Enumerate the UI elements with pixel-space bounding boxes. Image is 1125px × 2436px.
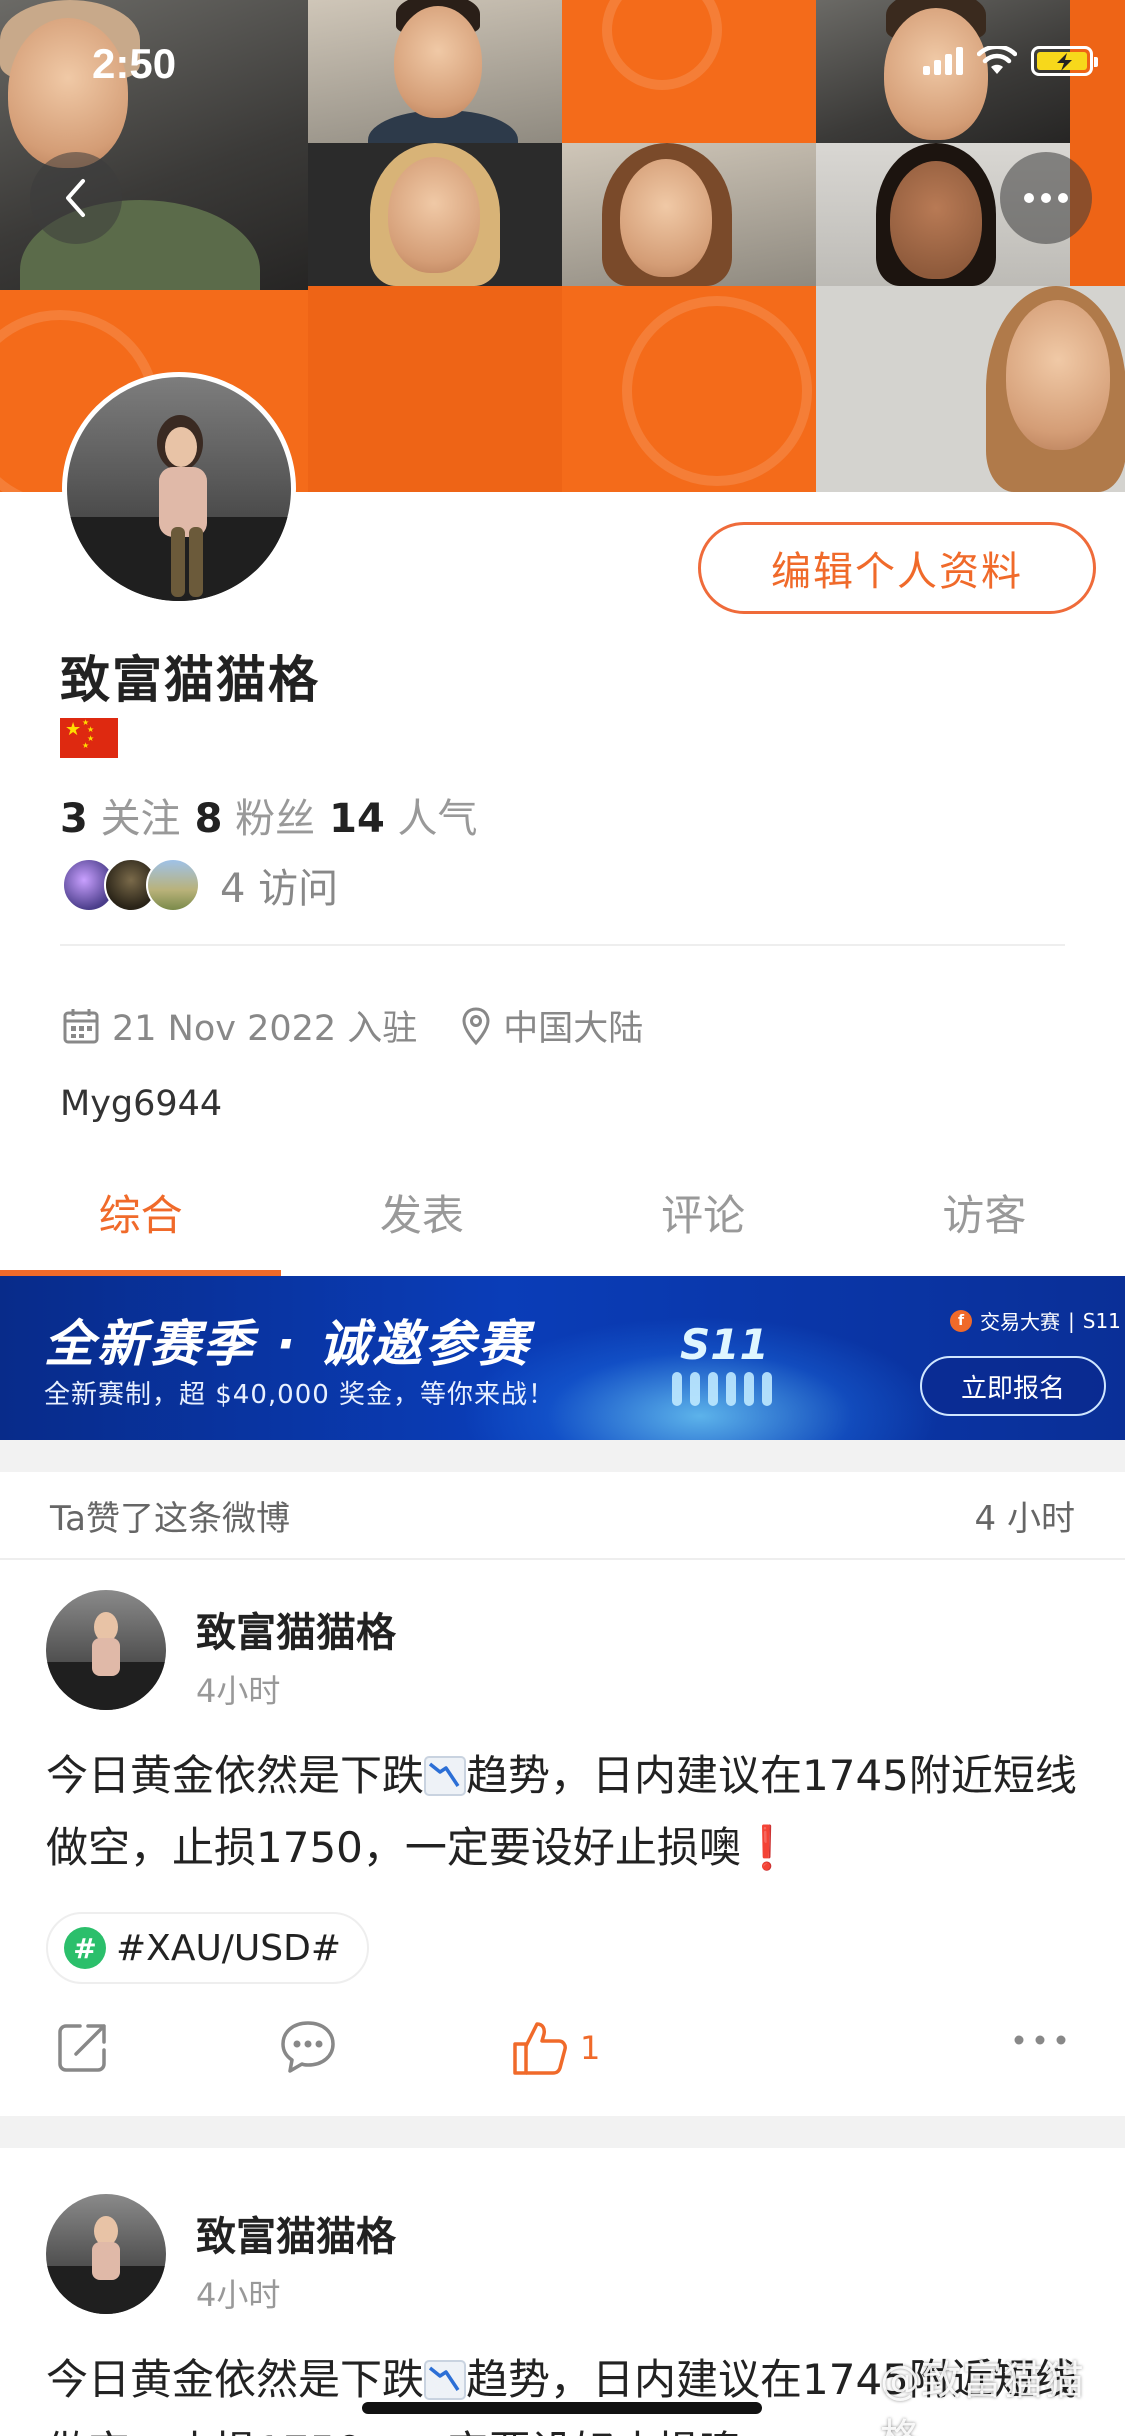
cover-pattern — [562, 0, 816, 143]
banner-title: 全新赛季 · 诚邀参赛 — [44, 1315, 531, 1373]
status-icons — [923, 46, 1098, 76]
comment-button[interactable] — [278, 2018, 338, 2076]
more-horizontal-icon — [1014, 2035, 1066, 2045]
tab-visitors[interactable]: 访客 — [844, 1168, 1125, 1276]
post-more-button[interactable] — [1012, 2034, 1068, 2046]
china-flag-icon: ★ ★ ★ ★ ★ — [60, 718, 118, 758]
liked-notice-text: Ta赞了这条微博 — [50, 1498, 290, 1539]
profile-stats: 3 关注 8 粉丝 14 人气 — [60, 786, 478, 844]
post-author-name[interactable]: 致富猫猫格 — [196, 1600, 396, 1658]
battery-charging-icon — [1031, 46, 1098, 76]
watermark: @致富猫猫格 — [880, 2358, 1085, 2436]
brand-logo-icon: f — [950, 1309, 972, 1332]
topic-tag[interactable]: # #XAU/USD# — [46, 1912, 370, 1984]
register-now-button[interactable]: 立即报名 — [920, 1356, 1106, 1416]
location-pin-icon — [462, 1006, 490, 1045]
chevron-left-icon — [66, 179, 85, 217]
post-actions: 1 — [0, 2018, 1125, 2088]
post-time: 4小时 — [196, 2276, 281, 2314]
followers-stat[interactable]: 8 粉丝 — [195, 786, 316, 844]
status-time: 2:50 — [92, 40, 177, 87]
like-button[interactable]: 1 — [510, 2018, 600, 2078]
post-author-avatar[interactable] — [46, 1590, 166, 1710]
more-options-button[interactable] — [1000, 152, 1092, 244]
chart-decreasing-icon — [424, 2360, 467, 2400]
profile-tabs: 综合 发表 评论 访客 — [0, 1168, 1125, 1276]
visitor-avatar — [146, 858, 200, 912]
location-text: 中国大陆 — [503, 1009, 644, 1049]
cover-photo — [308, 0, 562, 143]
banner-brand: f 交易大赛 | S11 — [950, 1306, 1121, 1335]
thumbs-up-icon — [513, 2022, 567, 2075]
promo-banner[interactable]: 全新赛季 · 诚邀参赛 全新赛制，超 $40,000 奖金，等你来战！ S11 … — [0, 1276, 1125, 1440]
tab-posts[interactable]: 发表 — [281, 1168, 562, 1276]
profile-bio: Myg6944 — [60, 1084, 223, 1124]
section-gap — [0, 1440, 1125, 1472]
cover-photo — [816, 286, 1125, 492]
liked-notice: Ta赞了这条微博 4 小时 — [0, 1472, 1125, 1560]
share-button[interactable] — [54, 2018, 112, 2076]
cover-pattern — [308, 286, 562, 492]
join-date: 21 Nov 2022 入驻 — [112, 1009, 418, 1049]
visitors-row[interactable]: 4 访问 — [62, 856, 338, 914]
chart-decreasing-icon — [424, 1756, 467, 1796]
following-stat[interactable]: 3 关注 — [60, 786, 181, 844]
edit-profile-button[interactable]: 编辑个人资料 — [698, 522, 1096, 614]
calendar-icon — [63, 1008, 99, 1043]
post-time: 4小时 — [196, 1672, 281, 1710]
wifi-icon — [977, 46, 1017, 74]
post-author-avatar[interactable] — [46, 2194, 166, 2314]
banner-season: S11 — [680, 1320, 769, 1369]
liked-notice-time: 4 小时 — [974, 1498, 1075, 1539]
profile-meta: 21 Nov 2022 入驻 中国大陆 — [62, 1000, 687, 1051]
cover-photo — [308, 143, 562, 286]
cover-photo — [562, 143, 816, 286]
hashtag-icon: # — [64, 1927, 106, 1969]
like-count: 1 — [580, 2029, 601, 2067]
post-author-name[interactable]: 致富猫猫格 — [196, 2204, 396, 2262]
comment-icon — [281, 2021, 335, 2073]
visits-count: 4 访问 — [220, 866, 339, 912]
divider — [60, 944, 1065, 946]
cellular-signal-icon — [923, 47, 963, 75]
exclamation-icon: ❗ — [740, 1823, 794, 1872]
home-indicator[interactable] — [362, 2402, 762, 2414]
more-horizontal-icon — [1024, 193, 1068, 203]
section-gap — [0, 2116, 1125, 2148]
runners-illustration — [672, 1372, 772, 1406]
tab-overview[interactable]: 综合 — [0, 1168, 282, 1276]
post-text: 今日黄金依然是下跌趋势，日内建议在1745附近短线做空，止损1750，一定要设好… — [46, 1751, 1077, 1872]
profile-avatar[interactable] — [62, 372, 296, 606]
share-icon — [58, 2024, 106, 2072]
cover-pattern — [562, 286, 816, 492]
popularity-stat[interactable]: 14 人气 — [329, 786, 477, 844]
profile-name: 致富猫猫格 — [60, 651, 320, 709]
banner-subtitle: 全新赛制，超 $40,000 奖金，等你来战！ — [44, 1380, 556, 1410]
tab-comments[interactable]: 评论 — [563, 1168, 844, 1276]
back-button[interactable] — [30, 152, 122, 244]
